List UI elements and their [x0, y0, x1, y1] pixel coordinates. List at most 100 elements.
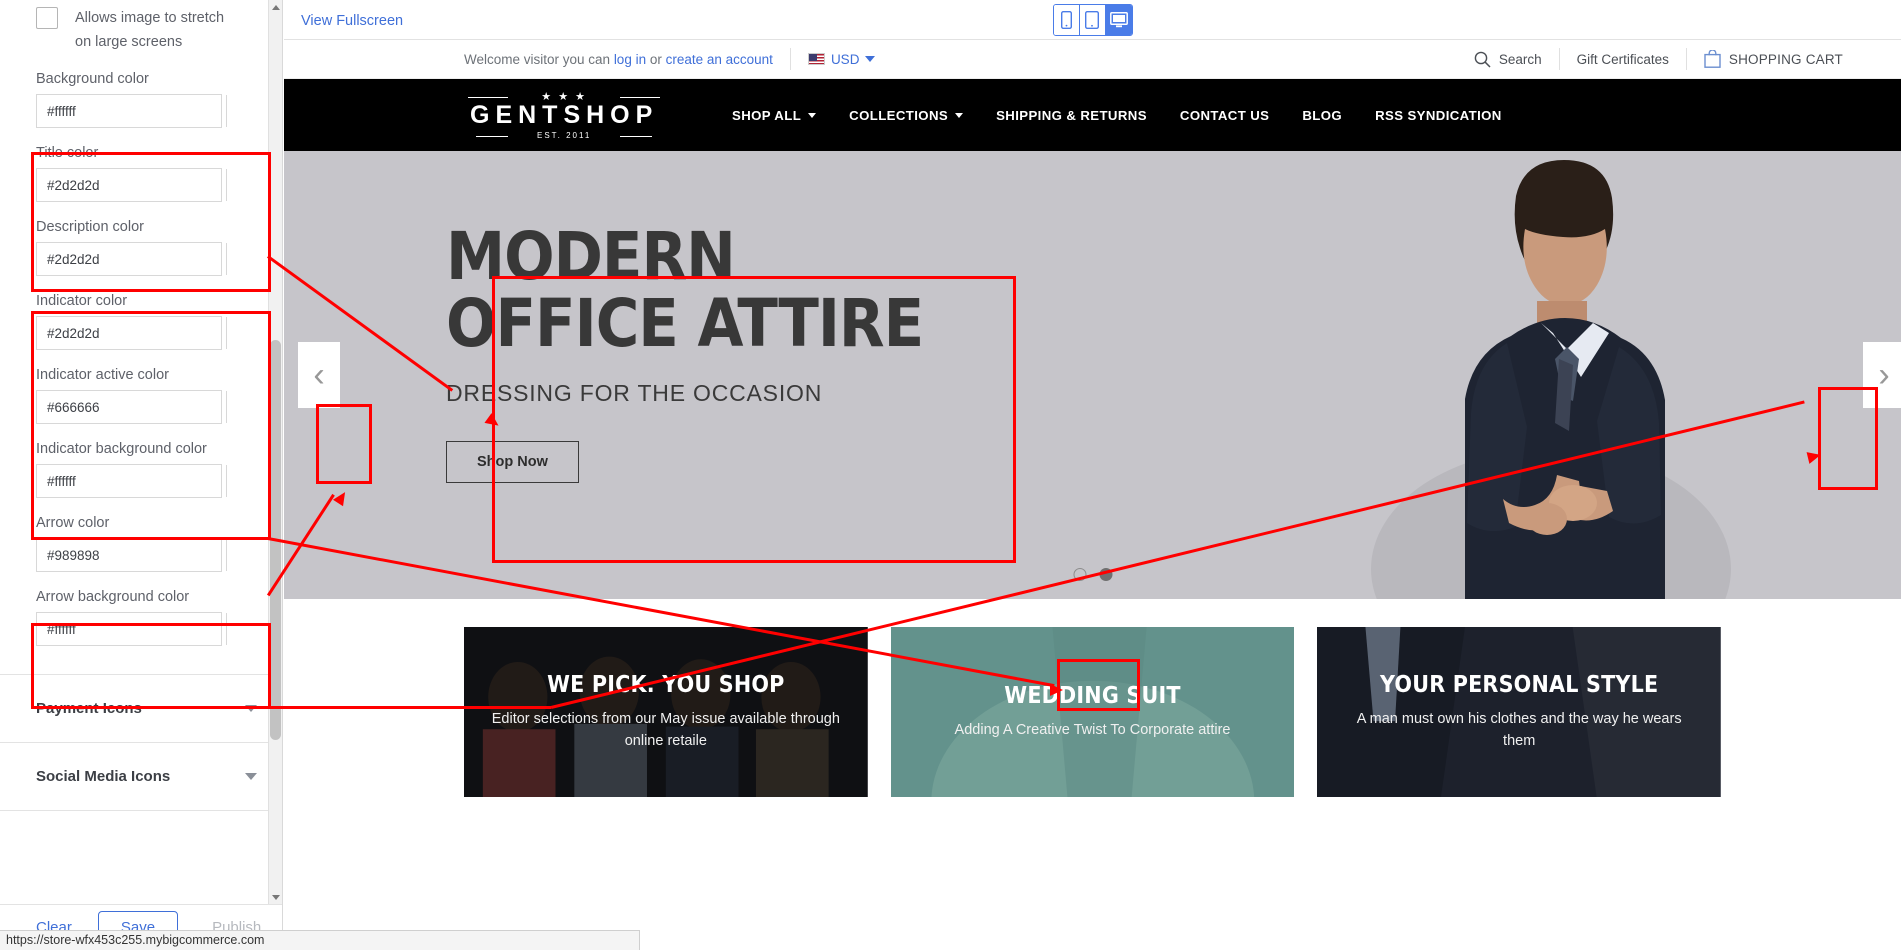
swatch-indicator-active-color[interactable]	[226, 391, 227, 423]
promo-description-3: A man must own his clothes and the way h…	[1356, 711, 1682, 749]
sidebar-scrollbar[interactable]	[268, 0, 282, 905]
swatch-arrow-background-color[interactable]	[226, 613, 227, 645]
swatch-arrow-color[interactable]	[226, 539, 227, 571]
color-input-arrow-color[interactable]	[36, 538, 227, 572]
color-input-indicator-active-color[interactable]	[36, 390, 227, 424]
input-indicator-color[interactable]	[37, 317, 226, 349]
field-title-color: Title color	[0, 145, 282, 202]
utility-right-group: Search Gift Certificates SHOPPING CART	[1474, 48, 1843, 70]
store-nav-menu: SHOP ALL COLLECTIONS SHIPPING & RETURNS …	[732, 108, 1502, 123]
hero-model-image	[1301, 151, 1771, 599]
logo-stars: ★ ★ ★	[468, 90, 661, 103]
label-indicator-color: Indicator color	[36, 293, 128, 309]
carousel-indicator-2[interactable]	[1099, 568, 1112, 581]
label-arrow-color: Arrow color	[36, 515, 110, 531]
swatch-indicator-background-color[interactable]	[226, 465, 227, 497]
currency-selector[interactable]: USD	[807, 52, 876, 67]
promo-card-2[interactable]: WEDDING SUIT Adding A Creative Twist To …	[890, 627, 1295, 797]
promo-card-1[interactable]: WE PICK. YOU SHOP Editor selections from…	[464, 627, 868, 797]
label-background-color: Background color	[36, 71, 149, 87]
color-input-indicator-color[interactable]	[36, 316, 227, 350]
store-logo[interactable]: ★ ★ ★ GENTSHOP EST. 2011	[468, 90, 661, 140]
nav-item-shipping-returns[interactable]: SHIPPING & RETURNS	[996, 108, 1147, 123]
accordion-payment-icons-title: Payment Icons	[36, 700, 142, 717]
view-fullscreen-link[interactable]: View Fullscreen	[301, 13, 403, 29]
logo-name: GENTSHOP	[470, 101, 659, 129]
gift-certificates-link[interactable]: Gift Certificates	[1577, 52, 1669, 67]
color-input-description-color[interactable]	[36, 242, 227, 276]
field-description-color: Description color	[0, 219, 282, 276]
promo-description-2: Adding A Creative Twist To Corporate att…	[954, 722, 1231, 738]
us-flag-icon	[807, 53, 825, 65]
desktop-icon	[1109, 12, 1128, 28]
preview-toolbar: View Fullscreen	[284, 0, 1901, 40]
accordion-payment-icons[interactable]: Payment Icons	[0, 675, 282, 743]
chevron-down-icon	[865, 56, 876, 62]
divider	[1558, 48, 1560, 70]
hero-carousel: MODERN OFFICE ATTIRE DRESSING FOR THE OC…	[284, 151, 1901, 599]
shop-now-button[interactable]: Shop Now	[446, 440, 579, 483]
hero-text-block: MODERN OFFICE ATTIRE DRESSING FOR THE OC…	[446, 223, 924, 483]
gift-certificates-label: Gift Certificates	[1576, 51, 1669, 67]
input-arrow-background-color[interactable]	[37, 613, 226, 645]
nav-item-collections[interactable]: COLLECTIONS	[849, 107, 964, 123]
store-navbar: ★ ★ ★ GENTSHOP EST. 2011 SHOP ALL COLLEC…	[284, 79, 1901, 151]
input-title-color[interactable]	[37, 169, 226, 201]
input-indicator-active-color[interactable]	[37, 391, 226, 423]
input-arrow-color[interactable]	[37, 539, 226, 571]
nav-item-rss-syndication[interactable]: RSS SYNDICATION	[1375, 108, 1502, 123]
mobile-icon	[1060, 11, 1072, 29]
label-arrow-background-color: Arrow background color	[36, 589, 190, 605]
swatch-background-color[interactable]	[226, 95, 227, 127]
log-in-link[interactable]: log in	[614, 52, 646, 67]
color-input-background-color[interactable]	[36, 94, 227, 128]
stretch-image-label: Allows image to stretch on large screens	[75, 10, 225, 50]
theme-editor-sidebar: Allows image to stretch on large screens…	[0, 0, 283, 950]
label-title-color: Title color	[36, 145, 99, 161]
nav-item-shop-all[interactable]: SHOP ALL	[732, 108, 817, 123]
input-background-color[interactable]	[37, 95, 226, 127]
sidebar-scroll-area: Allows image to stretch on large screens…	[0, 0, 282, 905]
swatch-indicator-color[interactable]	[226, 317, 227, 349]
field-indicator-background-color: Indicator background color	[0, 441, 282, 498]
logo-stars-text: ★ ★ ★	[541, 91, 587, 103]
color-input-indicator-background-color[interactable]	[36, 464, 227, 498]
store-utility-bar: Welcome visitor you can log in or create…	[284, 40, 1901, 79]
promo-image-2	[890, 627, 1295, 797]
carousel-prev-arrow[interactable]: ‹	[298, 342, 340, 408]
swatch-title-color[interactable]	[226, 169, 227, 201]
nav-item-blog[interactable]: BLOG	[1302, 108, 1342, 123]
tablet-icon	[1085, 11, 1099, 29]
nav-label: SHIPPING & RETURNS	[996, 107, 1147, 123]
search-button[interactable]: Search	[1474, 51, 1542, 68]
swatch-description-color[interactable]	[226, 243, 227, 275]
carousel-indicator-1[interactable]	[1073, 568, 1086, 581]
carousel-next-arrow[interactable]: ›	[1863, 342, 1901, 408]
field-indicator-active-color: Indicator active color	[0, 367, 282, 424]
browser-status-bar: https://store-wfx453c255.mybigcommerce.c…	[0, 930, 640, 950]
scroll-down-arrow-icon[interactable]	[269, 889, 282, 905]
create-account-link[interactable]: create an account	[666, 52, 773, 67]
stretch-image-checkbox-row[interactable]: Allows image to stretch on large screens	[0, 0, 282, 54]
field-arrow-color: Arrow color	[0, 515, 282, 572]
promo-card-3[interactable]: YOUR PERSONAL STYLE A man must own his c…	[1317, 627, 1721, 797]
mobile-view-button[interactable]	[1053, 5, 1080, 35]
promo-title-2: WEDDING SUIT	[1004, 683, 1181, 709]
color-input-title-color[interactable]	[36, 168, 227, 202]
cart-bag-icon	[1704, 50, 1721, 68]
color-input-arrow-background-color[interactable]	[36, 612, 227, 646]
input-indicator-background-color[interactable]	[37, 465, 226, 497]
accordion-social-media-icons[interactable]: Social Media Icons	[0, 743, 282, 811]
or-text: or	[646, 51, 666, 67]
nav-item-contact-us[interactable]: CONTACT US	[1180, 108, 1269, 123]
tablet-view-button[interactable]	[1079, 5, 1106, 35]
scroll-up-arrow-icon[interactable]	[269, 0, 282, 16]
promo-title-3: YOUR PERSONAL STYLE	[1380, 672, 1659, 698]
desktop-view-button[interactable]	[1105, 5, 1132, 35]
stretch-image-checkbox[interactable]	[36, 7, 58, 29]
accordion-social-media-icons-title: Social Media Icons	[36, 768, 171, 785]
sidebar-scrollbar-thumb[interactable]	[270, 340, 281, 740]
shopping-cart-button[interactable]: SHOPPING CART	[1704, 50, 1843, 68]
nav-label: COLLECTIONS	[849, 107, 949, 123]
input-description-color[interactable]	[37, 243, 226, 275]
